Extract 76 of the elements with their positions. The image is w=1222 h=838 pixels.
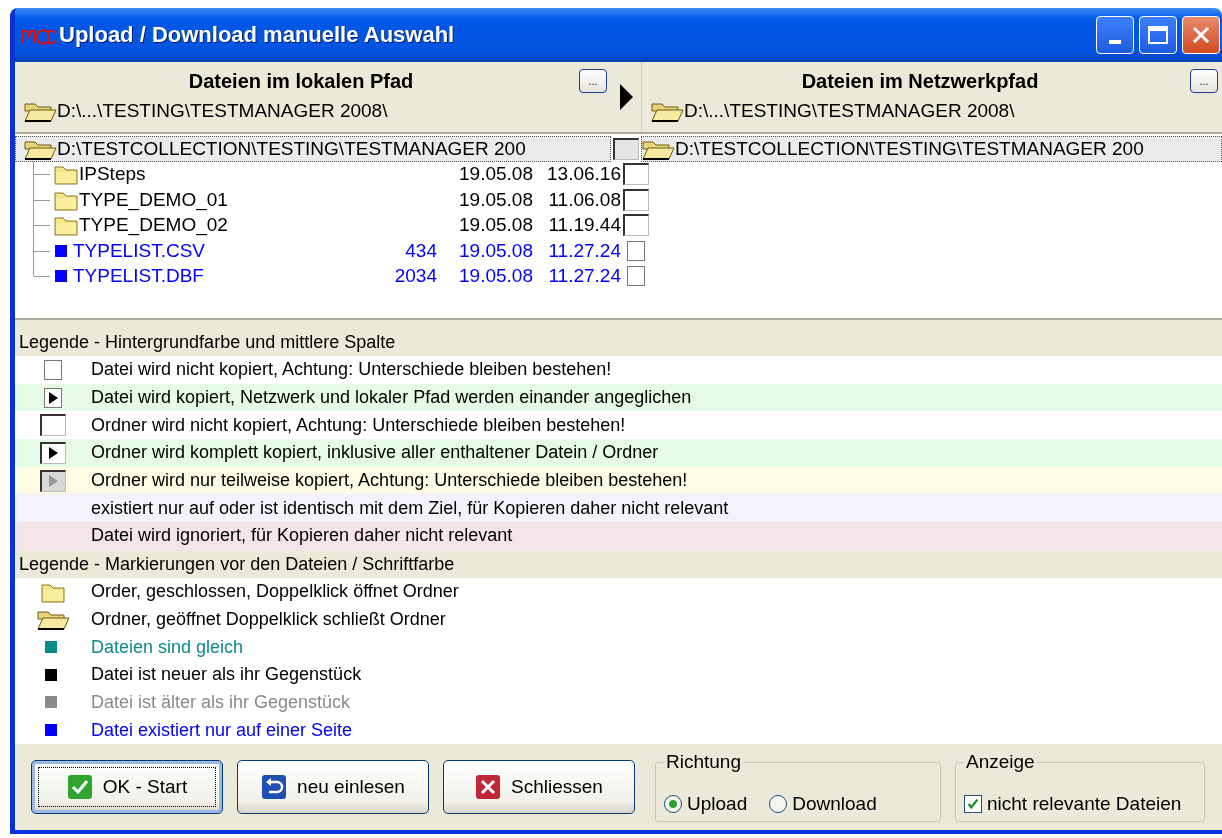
close-button[interactable] [1182,16,1220,54]
legend-text: Datei wird kopiert, Netzwerk und lokaler Pfad werden einander angeglichen [91,387,692,409]
copy-checkbox[interactable] [613,137,639,160]
file-time: 13.06.16 [546,163,621,186]
legend-text: Order, geschlossen, Doppelklick öffnet Ordner [91,581,459,603]
maximize-button[interactable] [1139,16,1177,54]
copy-checkbox[interactable] [623,214,649,237]
radio-button[interactable] [664,795,682,813]
file-time: 11.27.24 [547,239,621,262]
file-date: 19.05.08 [458,214,533,237]
ok-button[interactable]: OK - Start [31,760,223,814]
file-date: 19.05.08 [458,239,533,262]
radio-option[interactable]: Download [769,793,877,815]
file-name[interactable]: IPSteps [79,163,377,186]
direction-arrow-icon [618,82,634,112]
tree-connector [33,161,53,187]
file-name[interactable]: TYPELIST.DBF [73,265,377,288]
legend-text: Datei existiert nur auf einer Seite [91,719,353,741]
browse-button[interactable]: ... [579,69,607,93]
window-title: Upload / Download manuelle Auswahl [59,22,456,48]
legend-text: Datei wird nicht kopiert, Achtung: Unterschiede bleiben bestehen! [91,359,612,381]
tree-connector [33,212,53,238]
file-name[interactable]: TYPELIST.CSV [73,239,377,262]
tree-row[interactable]: D:\TESTCOLLECTION\TESTING\TESTMANAGER 200 [641,136,1222,162]
copy-checkbox[interactable] [623,188,649,211]
pane-title: Dateien im Netzwerkpfad [800,69,1040,93]
file-date: 19.05.08 [458,163,533,186]
file-marker-icon [55,270,67,283]
legend-text: Ordner wird nicht kopiert, Achtung: Unterschiede bleiben bestehen! [91,414,626,436]
tree-connector [33,187,53,213]
file-marker-icon [45,668,57,681]
checkmark-icon [966,797,980,811]
close-icon [1190,24,1212,46]
copy-checkbox[interactable] [623,163,649,186]
file-size: 2034 [393,265,437,288]
file-date: 19.05.08 [458,188,533,211]
legend-text: Ordner wird komplett kopiert, inklusive aller enthaltener Datein / Ordner [91,442,659,464]
file-marker-icon [45,696,57,709]
file-size: 434 [404,239,437,262]
checkbox[interactable] [964,795,982,813]
pane-title: Dateien im lokalen Pfad [187,69,415,93]
close-button[interactable]: Schliessen [443,760,635,814]
minimize-button[interactable] [1096,16,1134,54]
path-label: D:\...\TESTING\TESTMANAGER 2008\ [684,100,1015,122]
path-label: D:\...\TESTING\TESTMANAGER 2008\ [57,100,388,122]
file-marker-icon [45,641,57,654]
file-time: 11.06.08 [547,188,621,211]
radio-option[interactable]: Upload [664,793,748,815]
file-date: 19.05.08 [458,265,533,288]
file-marker-icon [45,724,57,737]
legend-text: Datei wird ignoriert, für Kopieren daher nicht relevant [91,525,513,547]
checkbox-option[interactable]: nicht relevante Dateien [964,793,1182,815]
legend-text: Ordner, geöffnet Doppelklick schließt Ordner [91,608,446,630]
legend-heading: Legende - Hintergrundfarbe und mittlere Spalte [15,328,1222,356]
reload-button[interactable]: neu einlesen [237,760,429,814]
copy-checkbox[interactable] [627,240,645,261]
legend-text: Dateien sind gleich [91,636,244,658]
legend-text: Datei ist älter als ihr Gegenstück [91,691,351,713]
legend-heading: Legende - Markierungen vor den Dateien / Schriftfarbe [15,549,1222,578]
file-name[interactable]: TYPE_DEMO_02 [79,214,377,237]
tree-row[interactable]: D:\TESTCOLLECTION\TESTING\TESTMANAGER 200 [15,136,611,162]
legend-text: existiert nur auf oder ist identisch mit dem Ziel, für Kopieren daher nicht relevant [91,497,729,519]
check-icon [66,774,93,800]
file-name[interactable]: TYPE_DEMO_01 [79,188,377,211]
browse-button[interactable]: ... [1190,69,1218,93]
folder-path: D:\TESTCOLLECTION\TESTING\TESTMANAGER 200 [675,137,1144,160]
folder-path: D:\TESTCOLLECTION\TESTING\TESTMANAGER 200 [57,137,526,160]
legend-text: Datei ist neuer als ihr Gegenstück [91,664,362,686]
file-time: 11.27.24 [547,265,621,288]
file-marker-icon [55,244,67,257]
copy-checkbox[interactable] [627,266,645,287]
radio-button[interactable] [769,795,788,813]
legend-text: Ordner wird nur teilweise kopiert, Achtung: Unterschiede bleiben bestehen! [91,470,688,492]
refresh-icon [261,774,288,800]
close-icon [475,774,502,800]
file-time: 11.19.44 [547,214,621,237]
